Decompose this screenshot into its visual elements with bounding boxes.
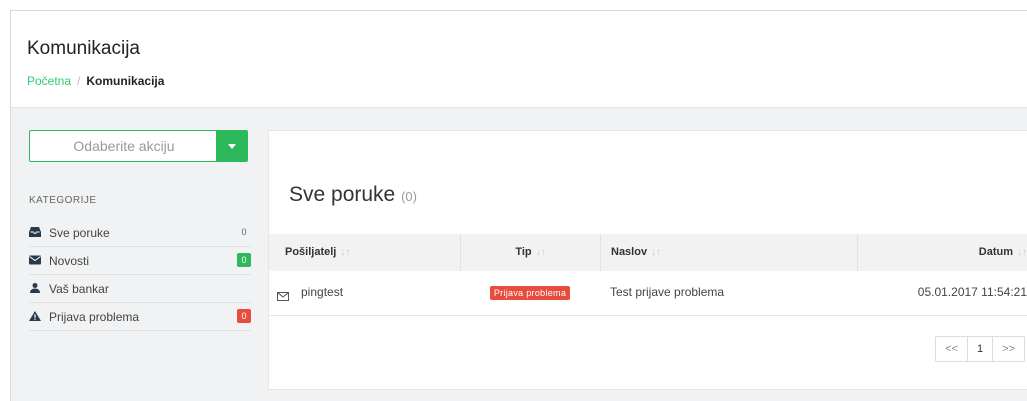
category-item-vas-bankar[interactable]: Vaš bankar	[29, 275, 251, 303]
category-item-prijava-problema[interactable]: Prijava problema 0	[29, 303, 251, 331]
column-header-sender[interactable]: Pošiljatelj ↓↑	[285, 234, 460, 271]
breadcrumb-home-link[interactable]: Početna	[27, 74, 71, 88]
message-count: (0)	[401, 189, 417, 204]
pagination-next[interactable]: >>	[992, 337, 1024, 361]
column-header-date[interactable]: Datum ↓↑	[857, 234, 1027, 271]
user-icon	[29, 283, 41, 293]
category-label: Vaš bankar	[49, 282, 109, 296]
type-badge: Prijava problema	[489, 285, 571, 300]
category-item-novosti[interactable]: Novosti 0	[29, 247, 251, 275]
panel-title-text: Sve poruke	[289, 183, 396, 206]
categories-heading: KATEGORIJE	[29, 195, 97, 206]
messages-panel: Sve poruke (0) Pošiljatelj ↓↑ Tip ↓↑ Naslo…	[268, 130, 1027, 390]
cell-subject: Test prijave problema	[610, 285, 725, 299]
category-label: Prijava problema	[49, 310, 140, 324]
column-label: Pošiljatelj	[285, 246, 337, 258]
pagination-page-1[interactable]: 1	[967, 337, 992, 361]
sort-icon: ↓↑	[651, 247, 662, 258]
category-item-sve-poruke[interactable]: Sve poruke 0	[29, 219, 251, 247]
column-label: Naslov	[611, 246, 648, 258]
category-label: Sve poruke	[49, 226, 110, 240]
page-title: Komunikacija	[27, 38, 140, 59]
envelope-outline-icon	[277, 288, 289, 306]
breadcrumb-separator: /	[77, 74, 81, 88]
category-count-badge: 0	[237, 253, 251, 267]
envelope-icon	[29, 255, 41, 265]
breadcrumb-current: Komunikacija	[86, 74, 165, 88]
sort-icon: ↓↑	[1017, 247, 1027, 258]
action-dropdown-label: Odaberite akciju	[73, 138, 175, 154]
column-label: Tip	[515, 246, 532, 258]
caret-down-icon	[228, 144, 236, 149]
column-label: Datum	[978, 246, 1013, 258]
panel-title: Sve poruke (0)	[289, 183, 417, 207]
column-header-subject[interactable]: Naslov ↓↑	[600, 234, 857, 271]
action-dropdown[interactable]: Odaberite akciju	[29, 130, 248, 162]
column-header-type[interactable]: Tip ↓↑	[460, 234, 600, 271]
category-list: Sve poruke 0 Novosti 0 Vaš bankar Prijav…	[29, 219, 251, 331]
action-dropdown-toggle[interactable]	[216, 131, 247, 161]
page-header: Komunikacija Početna / Komunikacija	[11, 11, 1027, 108]
pagination-prev[interactable]: <<	[936, 337, 967, 361]
table-row[interactable]: pingtest Prijava problema Test prijave p…	[269, 271, 1027, 316]
warning-icon	[29, 311, 41, 321]
sort-icon: ↓↑	[535, 247, 546, 258]
sort-icon: ↓↑	[340, 247, 351, 258]
cell-type: Prijava problema	[460, 271, 600, 315]
category-count-badge: 0	[241, 227, 247, 237]
category-label: Novosti	[49, 254, 90, 268]
cell-sender: pingtest	[301, 285, 344, 299]
app-frame: Komunikacija Početna / Komunikacija Odaber…	[10, 10, 1027, 401]
pagination: << 1 >>	[935, 336, 1025, 362]
inbox-icon	[29, 227, 41, 237]
breadcrumb: Početna / Komunikacija	[27, 74, 164, 88]
cell-date: 05.01.2017 11:54:21	[917, 285, 1027, 299]
table-header: Pošiljatelj ↓↑ Tip ↓↑ Naslov ↓↑ Datum ↓↑	[269, 234, 1027, 271]
category-count-badge: 0	[237, 309, 251, 323]
